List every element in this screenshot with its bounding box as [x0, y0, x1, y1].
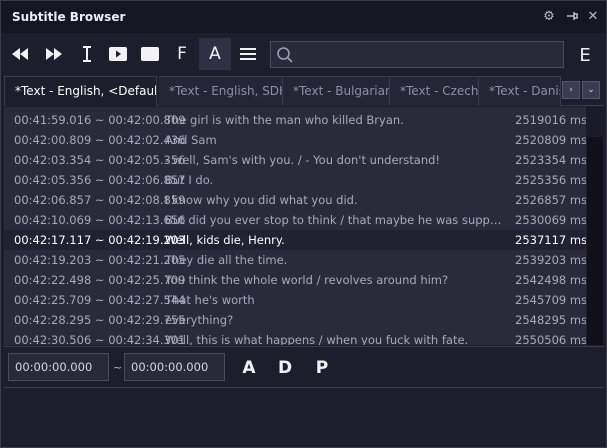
subtitle-time-range: 00:42:22.498 ~ 00:42:25.709	[14, 273, 186, 287]
title-bar: Subtitle Browser ⚙ ✕	[1, 1, 606, 33]
subtitle-text: That he's worth	[165, 293, 255, 307]
subtitle-row[interactable]: 00:42:25.709 ~ 00:42:27.544 That he's wor…	[4, 290, 586, 310]
subtitle-ms: 2523354 ms	[515, 153, 586, 167]
subtitle-ms: 2548295 ms	[515, 313, 586, 327]
subtitle-box-button[interactable]	[134, 38, 166, 70]
subtitle-text: But did you ever stop to think / that ma…	[165, 213, 505, 227]
subtitle-row[interactable]: 00:42:22.498 ~ 00:42:25.709 You think the…	[4, 270, 586, 290]
subtitle-row[interactable]: 00:42:30.506 ~ 00:42:34.301 Well, this is…	[4, 330, 586, 345]
subtitle-text: everything?	[165, 313, 234, 327]
rewind-button[interactable]	[4, 38, 36, 70]
window-title: Subtitle Browser	[12, 10, 126, 24]
subtitle-time-range: 00:42:00.809 ~ 00:42:02.436	[14, 133, 186, 147]
subtitle-text: Well, kids die, Henry.	[165, 233, 285, 247]
video-play-icon	[109, 47, 127, 61]
subtitle-time-range: 00:42:17.117 ~ 00:42:19.203	[14, 233, 186, 247]
subtitle-ms: 2520809 ms	[515, 133, 586, 147]
search-icon	[277, 47, 293, 63]
subtitle-ms: 2537117 ms	[515, 233, 586, 247]
subtitle-ms: 2545709 ms	[515, 293, 586, 307]
subtitle-row[interactable]: 00:41:59.016 ~ 00:42:00.809 The girl is w…	[4, 110, 586, 130]
subtitle-box-icon	[141, 47, 159, 61]
menu-button[interactable]	[232, 38, 264, 70]
subtitle-ms: 2542498 ms	[515, 273, 586, 287]
subtitle-text: But I do.	[165, 173, 214, 187]
font-a-button-label: A	[209, 44, 221, 64]
subtitle-list: 00:41:59.016 ~ 00:42:00.809 The girl is w…	[4, 107, 586, 345]
subtitle-ms: 2519016 ms	[515, 113, 586, 127]
subtitle-time-range: 00:42:03.354 ~ 00:42:05.356	[14, 153, 186, 167]
text-cursor-icon	[83, 46, 91, 62]
fast-forward-button[interactable]	[38, 38, 70, 70]
subtitle-browser-window: Subtitle Browser ⚙ ✕ F A E *Text - Engli…	[0, 0, 607, 448]
subtitle-time-range: 00:42:05.356 ~ 00:42:06.857	[14, 173, 186, 187]
hamburger-icon	[240, 48, 256, 60]
gear-icon[interactable]: ⚙	[541, 9, 557, 25]
language-tabs: *Text - English, <Default> *Text - Engli…	[4, 76, 604, 106]
subtitle-row[interactable]: 00:42:05.356 ~ 00:42:06.857 But I do. 2525…	[4, 170, 586, 190]
time-range-bar: ~ A D P	[4, 346, 604, 386]
start-time-field[interactable]	[8, 353, 109, 381]
subtitle-time-range: 00:42:19.203 ~ 00:42:21.205	[14, 253, 186, 267]
subtitle-time-range: 00:42:10.069 ~ 00:42:13.656	[14, 213, 186, 227]
subtitle-text: Well, this is what happens / when you fu…	[165, 333, 469, 345]
e-button[interactable]: E	[569, 41, 601, 69]
end-time-field[interactable]	[124, 353, 225, 381]
subtitle-ms: 2525356 ms	[515, 173, 586, 187]
vertical-scrollbar[interactable]	[586, 107, 604, 345]
subtitle-text: I know why you did what you did.	[165, 193, 358, 207]
subtitle-ms: 2539203 ms	[515, 253, 586, 267]
subtitle-ms: 2530069 ms	[515, 213, 586, 227]
tab-list-dropdown-icon[interactable]: ⌄	[582, 81, 600, 99]
subtitle-time-range: 00:42:30.506 ~ 00:42:34.301	[14, 333, 186, 345]
subtitle-time-range: 00:42:25.709 ~ 00:42:27.544	[14, 293, 186, 307]
subtitle-row[interactable]: 00:42:17.117 ~ 00:42:19.203 Well, kids di…	[4, 230, 586, 250]
subtitle-time-range: 00:42:06.857 ~ 00:42:08.859	[14, 193, 186, 207]
tab-english-default[interactable]: *Text - English, <Default>	[4, 76, 157, 106]
add-button[interactable]: A	[236, 355, 262, 381]
tab-danish[interactable]: *Text - Danish	[479, 76, 561, 106]
subtitle-text: And Sam	[165, 133, 217, 147]
subtitle-time-range: 00:42:28.295 ~ 00:42:29.755	[14, 313, 186, 327]
footer-panel	[4, 387, 604, 445]
range-separator: ~	[113, 361, 123, 374]
subtitle-text: - well, Sam's with you. / - You don't un…	[165, 153, 441, 167]
search-input[interactable]	[299, 44, 559, 65]
subtitle-text: You think the whole world / revolves aro…	[165, 273, 449, 287]
subtitle-ms: 2550506 ms	[515, 333, 586, 345]
subtitle-row[interactable]: 00:42:06.857 ~ 00:42:08.859 I know why yo…	[4, 190, 586, 210]
subtitle-ms: 2526857 ms	[515, 193, 586, 207]
font-button[interactable]: F	[166, 38, 198, 70]
tab-bulgarian[interactable]: *Text - Bulgarian	[283, 76, 390, 106]
tab-english-sdh[interactable]: *Text - English, SDH	[159, 76, 283, 106]
subtitle-text: The girl is with the man who killed Brya…	[165, 113, 404, 127]
search-box	[270, 41, 564, 68]
subtitle-time-range: 00:41:59.016 ~ 00:42:00.809	[14, 113, 186, 127]
font-button-label: F	[177, 44, 187, 64]
rewind-icon	[12, 48, 28, 60]
font-a-button[interactable]: A	[199, 38, 231, 70]
subtitle-row[interactable]: 00:42:03.354 ~ 00:42:05.356- well, Sam's…	[4, 150, 586, 170]
delete-button[interactable]: D	[272, 355, 298, 381]
subtitle-row[interactable]: 00:42:00.809 ~ 00:42:02.436 And Sam 252080…	[4, 130, 586, 150]
tab-scroll-right-icon[interactable]: ›	[562, 81, 580, 99]
close-icon[interactable]: ✕	[585, 9, 601, 25]
scrollbar-track[interactable]	[586, 107, 604, 137]
scrollbar-thumb[interactable]	[587, 137, 603, 345]
fast-forward-icon	[46, 48, 62, 60]
subtitle-row[interactable]: 00:42:19.203 ~ 00:42:21.205 They die all …	[4, 250, 586, 270]
subtitle-row[interactable]: 00:42:28.295 ~ 00:42:29.755 everything? 25…	[4, 310, 586, 330]
p-button[interactable]: P	[309, 355, 335, 381]
tab-czech[interactable]: *Text - Czech	[390, 76, 479, 106]
text-cursor-button[interactable]	[71, 38, 103, 70]
pin-icon[interactable]	[564, 9, 580, 25]
subtitle-row[interactable]: 00:42:10.069 ~ 00:42:13.656 But did you e…	[4, 210, 586, 230]
subtitle-text: They die all the time.	[165, 253, 288, 267]
play-video-button[interactable]	[102, 38, 134, 70]
